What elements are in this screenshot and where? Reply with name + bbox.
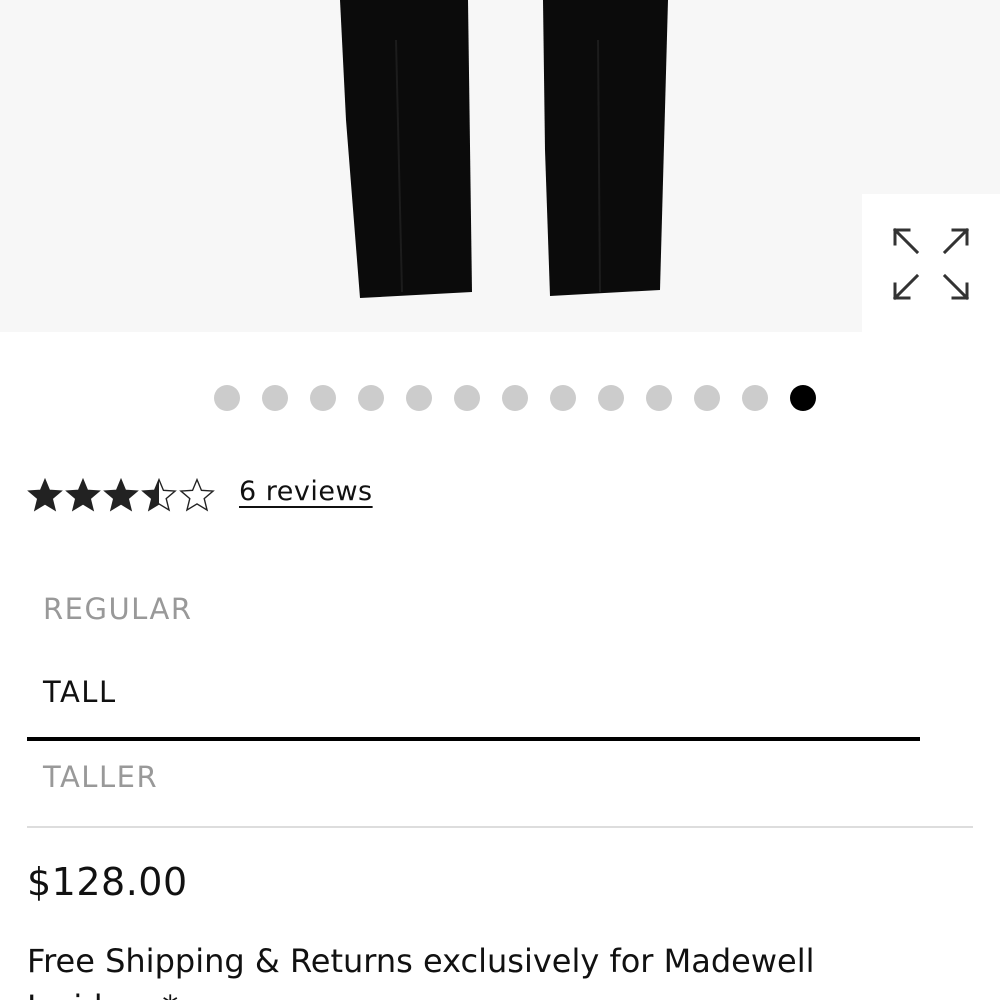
expand-arrows-icon xyxy=(892,227,970,301)
carousel-dot[interactable] xyxy=(742,385,768,411)
star-icon xyxy=(103,478,139,512)
carousel-dot[interactable] xyxy=(646,385,672,411)
carousel-dots xyxy=(214,385,816,411)
carousel-dot[interactable] xyxy=(262,385,288,411)
carousel-dot[interactable] xyxy=(358,385,384,411)
divider xyxy=(27,826,973,828)
size-option-regular[interactable]: REGULAR xyxy=(43,592,192,626)
shipping-message: Free Shipping & Returns exclusively for … xyxy=(27,942,815,1000)
star-icon xyxy=(65,478,101,512)
star-icon xyxy=(27,478,63,512)
carousel-dot[interactable] xyxy=(598,385,624,411)
carousel-dot[interactable] xyxy=(214,385,240,411)
product-image[interactable] xyxy=(0,0,1000,332)
selected-size-indicator xyxy=(27,737,920,741)
carousel-dot[interactable] xyxy=(310,385,336,411)
size-option-taller[interactable]: TALLER xyxy=(43,760,158,794)
jeans-image xyxy=(340,0,668,298)
carousel-dot[interactable] xyxy=(454,385,480,411)
carousel-dot[interactable] xyxy=(406,385,432,411)
carousel-dot[interactable] xyxy=(502,385,528,411)
star-rating xyxy=(27,478,215,512)
product-price: $128.00 xyxy=(27,860,188,904)
product-page: 6 reviews REGULAR TALL TALLER $128.00 Fr… xyxy=(0,0,1000,1000)
reviews-link[interactable]: 6 reviews xyxy=(239,476,373,507)
carousel-dot[interactable] xyxy=(694,385,720,411)
product-rating: 6 reviews xyxy=(27,476,373,512)
size-option-tall[interactable]: TALL xyxy=(43,675,117,709)
expand-image-button[interactable] xyxy=(862,194,1000,332)
carousel-dot-active[interactable] xyxy=(790,385,816,411)
star-icon xyxy=(179,478,215,512)
carousel-dot[interactable] xyxy=(550,385,576,411)
star-icon xyxy=(141,478,177,512)
